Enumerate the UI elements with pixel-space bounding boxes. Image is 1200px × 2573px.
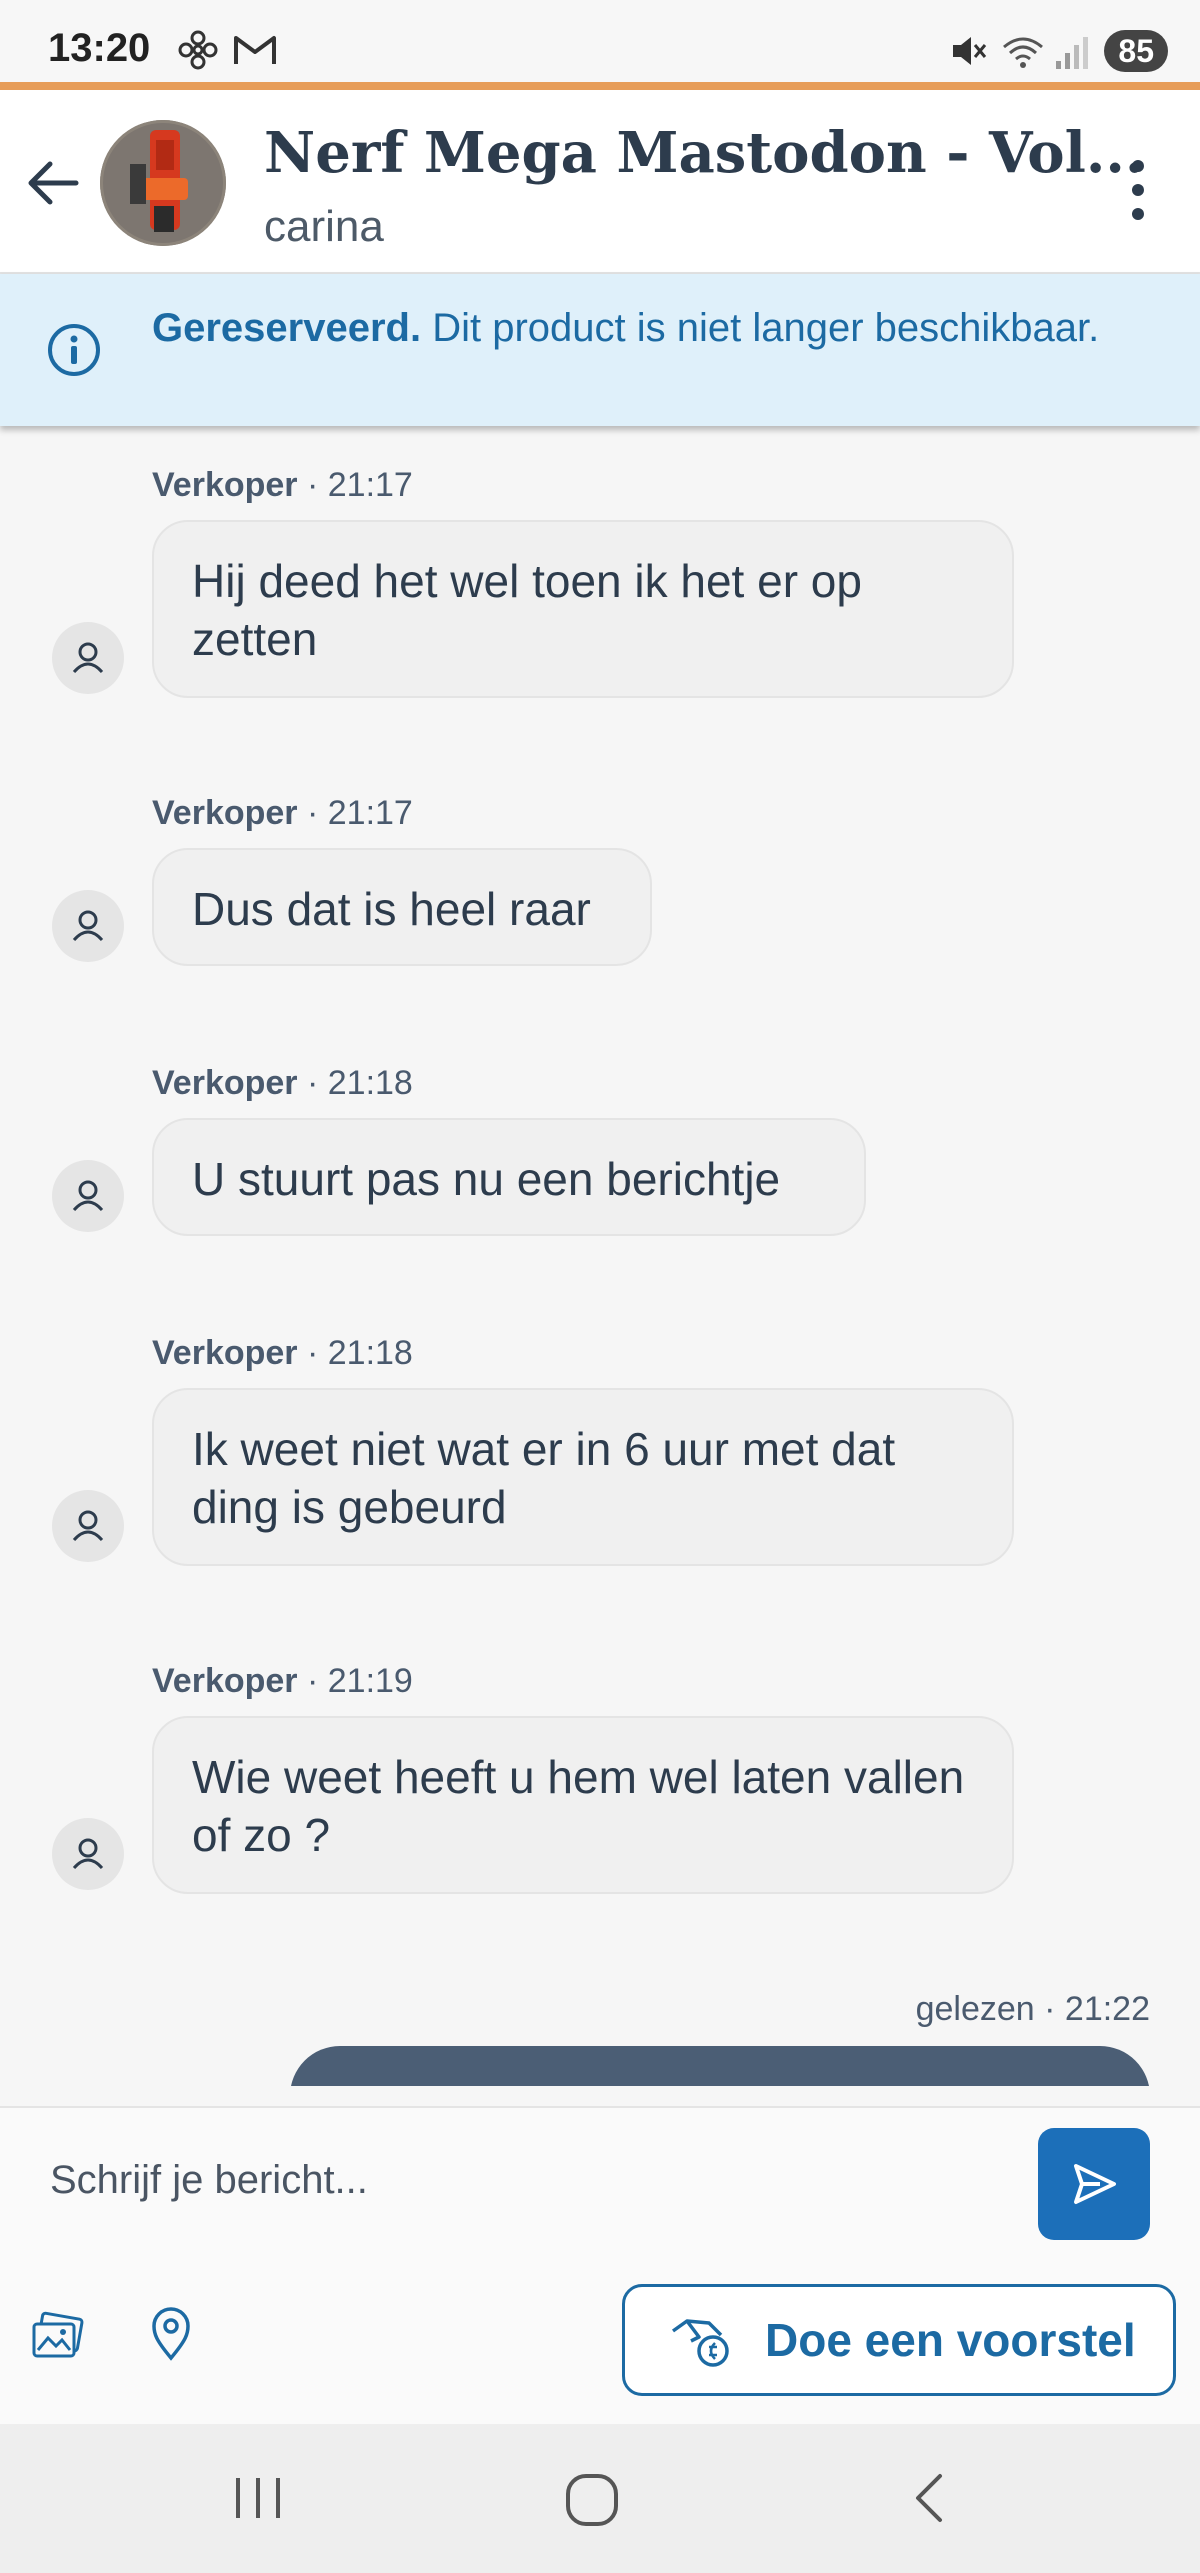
fan-icon: [178, 30, 218, 70]
back-button[interactable]: [18, 148, 88, 218]
image-icon[interactable]: [30, 2308, 86, 2364]
sender-avatar: [52, 1818, 124, 1890]
more-vertical-icon: [1132, 160, 1144, 220]
banner-status: Gereserveerd.: [152, 306, 422, 350]
home-icon[interactable]: [562, 2470, 622, 2530]
status-bar: 13:20 85: [0, 0, 1200, 82]
message-bubble: Wie weet heeft u hem wel laten vallen of…: [152, 1716, 1014, 1894]
status-time: 13:20: [48, 26, 151, 70]
message-bubble: Hij deed het wel toen ik het er op zette…: [152, 520, 1014, 698]
sender-avatar: [52, 622, 124, 694]
user-icon: [72, 1180, 104, 1212]
location-pin-icon[interactable]: [146, 2304, 196, 2364]
message-meta: Verkoper · 21:18: [152, 1334, 413, 1373]
message-separator: ·: [297, 1662, 328, 1700]
message-time: 21:17: [327, 466, 413, 504]
message-separator: ·: [297, 794, 328, 832]
chat-header: Nerf Mega Mastodon - Vol... carina: [0, 90, 1200, 274]
message-sender: Verkoper: [152, 1662, 298, 1700]
message-composer: Schrijf je bericht...: [0, 2106, 1200, 2262]
read-receipt: gelezen · 21:22: [915, 1990, 1150, 2028]
message-separator: ·: [297, 1064, 328, 1102]
info-icon: [48, 324, 100, 376]
system-nav-bar: [0, 2424, 1200, 2573]
message-bubble: Dus dat is heel raar: [152, 848, 652, 966]
own-message-bubble: [290, 2046, 1150, 2086]
sender-avatar: [52, 890, 124, 962]
message-input[interactable]: Schrijf je bericht...: [50, 2158, 368, 2203]
chat-subtitle: carina: [264, 202, 384, 251]
message-bubble: Ik weet niet wat er in 6 uur met dat din…: [152, 1388, 1014, 1566]
message-time: 21:17: [327, 794, 413, 832]
message-meta: Verkoper · 21:18: [152, 1064, 413, 1103]
message-separator: ·: [297, 1334, 328, 1372]
read-time: 21:22: [1064, 1990, 1150, 2028]
more-options-button[interactable]: [1098, 150, 1178, 230]
message-time: 21:18: [327, 1334, 413, 1372]
arrow-left-icon: [28, 161, 79, 205]
message-list[interactable]: Verkoper · 21:17 Hij deed het wel toen i…: [0, 426, 1200, 2086]
banner-text: Gereserveerd. Dit product is niet langer…: [152, 302, 1152, 354]
recent-apps-icon[interactable]: [228, 2470, 288, 2526]
user-icon: [72, 910, 104, 942]
message-meta: Verkoper · 21:19: [152, 1662, 413, 1701]
read-status: gelezen: [915, 1990, 1035, 2028]
message-sender: Verkoper: [152, 466, 298, 504]
send-icon: [1074, 2164, 1116, 2204]
reserved-banner: Gereserveerd. Dit product is niet langer…: [0, 274, 1200, 426]
status-right-icons: 85: [947, 30, 1168, 72]
message-sender: Verkoper: [152, 1334, 298, 1372]
user-icon: [72, 1838, 104, 1870]
message-sender: Verkoper: [152, 1064, 298, 1102]
nerf-blaster-image: [100, 120, 226, 246]
make-offer-button[interactable]: Doe een voorstel: [622, 2284, 1176, 2396]
message-meta: Verkoper · 21:17: [152, 466, 413, 505]
accent-line: [0, 82, 1200, 90]
message-separator: ·: [297, 466, 328, 504]
user-icon: [72, 1510, 104, 1542]
user-icon: [72, 642, 104, 674]
hand-coin-icon: [671, 2319, 729, 2367]
message-sender: Verkoper: [152, 794, 298, 832]
sender-avatar: [52, 1160, 124, 1232]
mute-icon: [953, 37, 987, 65]
chat-actions: Doe een voorstel: [0, 2260, 1200, 2424]
signal-icon: [1055, 37, 1088, 69]
product-thumbnail[interactable]: [100, 120, 226, 246]
send-button[interactable]: [1038, 2128, 1150, 2240]
sender-avatar: [52, 1490, 124, 1562]
battery-indicator: 85: [1104, 30, 1168, 72]
banner-message: Dit product is niet langer beschikbaar.: [421, 306, 1100, 350]
gmail-icon: [234, 36, 277, 64]
back-nav-icon[interactable]: [900, 2468, 960, 2528]
message-bubble: U stuurt pas nu een berichtje: [152, 1118, 866, 1236]
message-time: 21:18: [327, 1064, 413, 1102]
make-offer-label: Doe een voorstel: [765, 2314, 1136, 2366]
message-meta: Verkoper · 21:17: [152, 794, 413, 833]
message-time: 21:19: [327, 1662, 413, 1700]
status-left-icons: [178, 30, 278, 75]
chat-title[interactable]: Nerf Mega Mastodon - Vol...: [264, 120, 1144, 186]
wifi-icon: [1002, 37, 1043, 68]
